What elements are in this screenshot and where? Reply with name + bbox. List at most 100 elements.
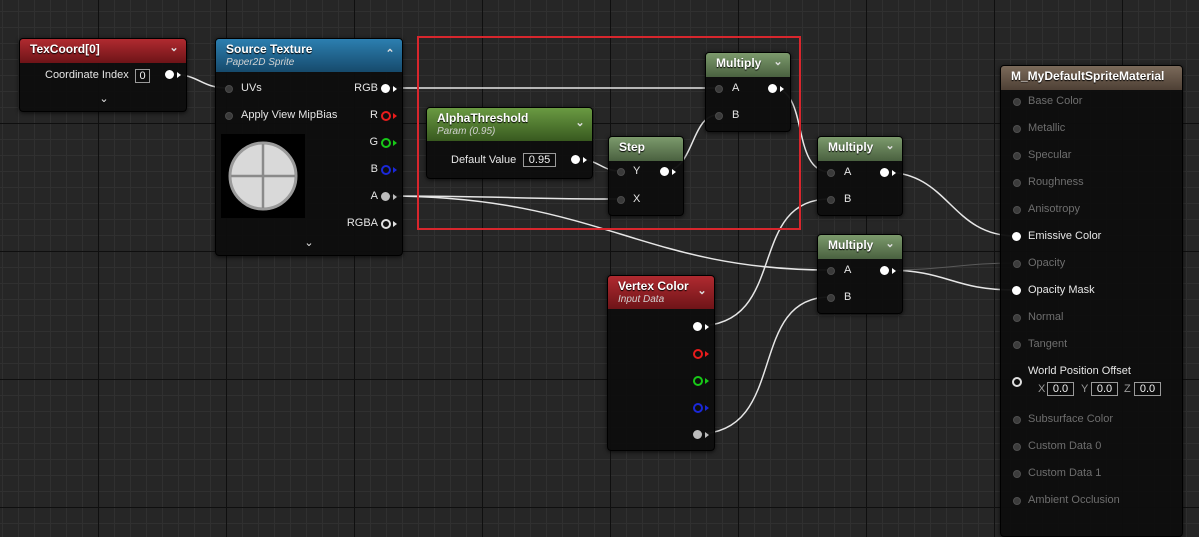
wpo-z-input[interactable]: 0.0 <box>1134 382 1161 396</box>
anisotropy-pin[interactable] <box>1013 206 1021 214</box>
uvs-input-pin[interactable] <box>225 85 233 93</box>
apply-view-mipbias-label: Apply View MipBias <box>241 109 338 121</box>
node-title: Multiply <box>828 238 874 252</box>
texcoord-node[interactable]: TexCoord[0] ⌄ Coordinate Index 0 ⌄ <box>19 38 187 112</box>
chevron-down-icon[interactable]: ⌄ <box>98 92 110 105</box>
arrow-icon <box>892 268 896 274</box>
source-texture-node[interactable]: Source Texture Paper2D Sprite ⌃ UVs Appl… <box>215 38 403 256</box>
chevron-down-icon[interactable]: ⌄ <box>884 140 896 152</box>
multiply-a-input-pin[interactable] <box>827 169 835 177</box>
g-label: G <box>369 136 378 148</box>
vertex-color-g-output-pin[interactable] <box>693 376 703 386</box>
wire-multiply3-to-opacitymask <box>883 269 1017 291</box>
coordinate-index-label: Coordinate Index <box>45 69 129 81</box>
custom-data-0-pin[interactable] <box>1013 443 1021 451</box>
vertex-color-b-output-pin[interactable] <box>693 403 703 413</box>
texcoord-header[interactable]: TexCoord[0] ⌄ <box>20 39 186 63</box>
chevron-down-icon[interactable]: ⌄ <box>696 285 708 297</box>
arrow-icon <box>393 113 397 119</box>
subsurface-color-pin[interactable] <box>1013 416 1021 424</box>
custom-data-1-pin[interactable] <box>1013 470 1021 478</box>
chevron-down-icon[interactable]: ⌄ <box>884 238 896 250</box>
wpo-y-input[interactable]: 0.0 <box>1091 382 1118 396</box>
wire-vertexcolor-a-to-multiply3-b <box>696 296 831 435</box>
material-output-node[interactable]: M_MyDefaultSpriteMaterial Base Color Met… <box>1000 65 1183 537</box>
selection-highlight-box <box>417 36 801 230</box>
chevron-up-icon[interactable]: ⌃ <box>384 48 396 60</box>
wire-multiply2-to-emissive <box>883 171 1017 237</box>
rgb-output-pin[interactable] <box>381 84 390 93</box>
multiply-b-input-pin[interactable] <box>827 294 835 302</box>
multiply-b-label: B <box>844 193 852 205</box>
a-output-pin[interactable] <box>381 192 390 201</box>
rgba-label: RGBA <box>346 217 378 229</box>
b-label: B <box>370 163 378 175</box>
roughness-pin[interactable] <box>1013 179 1021 187</box>
wpo-y-label: Y <box>1081 383 1089 395</box>
multiply-a-label: A <box>844 264 852 276</box>
world-position-offset-pin[interactable] <box>1012 377 1022 387</box>
subsurface-color-label: Subsurface Color <box>1028 413 1113 425</box>
custom-data-1-label: Custom Data 1 <box>1028 467 1102 479</box>
tangent-label: Tangent <box>1028 338 1068 350</box>
multiply-header[interactable]: Multiply ⌄ <box>818 235 902 259</box>
multiply-output-pin[interactable] <box>880 168 889 177</box>
wire-faint-opacity <box>883 262 1017 271</box>
chevron-down-icon[interactable]: ⌄ <box>303 236 315 249</box>
texcoord-output-pin[interactable] <box>165 70 174 79</box>
arrow-icon <box>892 170 896 176</box>
tangent-pin[interactable] <box>1013 341 1021 349</box>
arrow-icon <box>705 351 709 357</box>
opacity-pin[interactable] <box>1013 260 1021 268</box>
ambient-occlusion-pin[interactable] <box>1013 497 1021 505</box>
coordinate-index-input[interactable]: 0 <box>135 69 150 83</box>
multiply-b-input-pin[interactable] <box>827 196 835 204</box>
vertex-color-node[interactable]: Vertex Color Input Data ⌄ <box>607 275 715 451</box>
wpo-z-label: Z <box>1124 383 1131 395</box>
chevron-down-icon[interactable]: ⌄ <box>168 42 180 54</box>
base-color-pin[interactable] <box>1013 98 1021 106</box>
node-title: Vertex Color <box>618 279 689 293</box>
multiply-node-3[interactable]: Multiply ⌄ A B <box>817 234 903 314</box>
vertex-color-header[interactable]: Vertex Color Input Data ⌄ <box>608 276 714 309</box>
ambient-occlusion-label: Ambient Occlusion <box>1028 494 1120 506</box>
multiply-header[interactable]: Multiply ⌄ <box>818 137 902 161</box>
arrow-icon <box>393 221 397 227</box>
source-texture-header[interactable]: Source Texture Paper2D Sprite ⌃ <box>216 39 402 72</box>
multiply-output-pin[interactable] <box>880 266 889 275</box>
anisotropy-label: Anisotropy <box>1028 203 1080 215</box>
g-output-pin[interactable] <box>381 138 391 148</box>
apply-view-mipbias-pin[interactable] <box>225 112 233 120</box>
arrow-icon <box>705 405 709 411</box>
normal-label: Normal <box>1028 311 1064 323</box>
node-subtitle: Paper2D Sprite <box>226 57 295 68</box>
specular-pin[interactable] <box>1013 152 1021 160</box>
vertex-color-rgb-output-pin[interactable] <box>693 322 702 331</box>
world-position-offset-label: World Position Offset <box>1028 365 1131 377</box>
wpo-x-input[interactable]: 0.0 <box>1047 382 1074 396</box>
b-output-pin[interactable] <box>381 165 391 175</box>
multiply-node-2[interactable]: Multiply ⌄ A B <box>817 136 903 216</box>
emissive-color-pin[interactable] <box>1012 232 1021 241</box>
normal-pin[interactable] <box>1013 314 1021 322</box>
arrow-icon <box>393 167 397 173</box>
arrow-icon <box>705 432 709 438</box>
vertex-color-a-output-pin[interactable] <box>693 430 702 439</box>
r-output-pin[interactable] <box>381 111 391 121</box>
node-title: Source Texture <box>226 42 313 56</box>
emissive-color-label: Emissive Color <box>1028 230 1102 242</box>
multiply-a-input-pin[interactable] <box>827 267 835 275</box>
node-subtitle: Input Data <box>618 294 665 305</box>
material-output-header[interactable]: M_MyDefaultSpriteMaterial <box>1001 66 1182 90</box>
wpo-x-label: X <box>1038 383 1046 395</box>
vertex-color-r-output-pin[interactable] <box>693 349 703 359</box>
opacity-label: Opacity <box>1028 257 1066 269</box>
arrow-icon <box>705 324 709 330</box>
rgba-output-pin[interactable] <box>381 219 391 229</box>
a-label: A <box>370 190 378 202</box>
node-title: Multiply <box>828 140 874 154</box>
opacity-mask-pin[interactable] <box>1012 286 1021 295</box>
uvs-label: UVs <box>241 82 262 94</box>
r-label: R <box>370 109 378 121</box>
metallic-pin[interactable] <box>1013 125 1021 133</box>
